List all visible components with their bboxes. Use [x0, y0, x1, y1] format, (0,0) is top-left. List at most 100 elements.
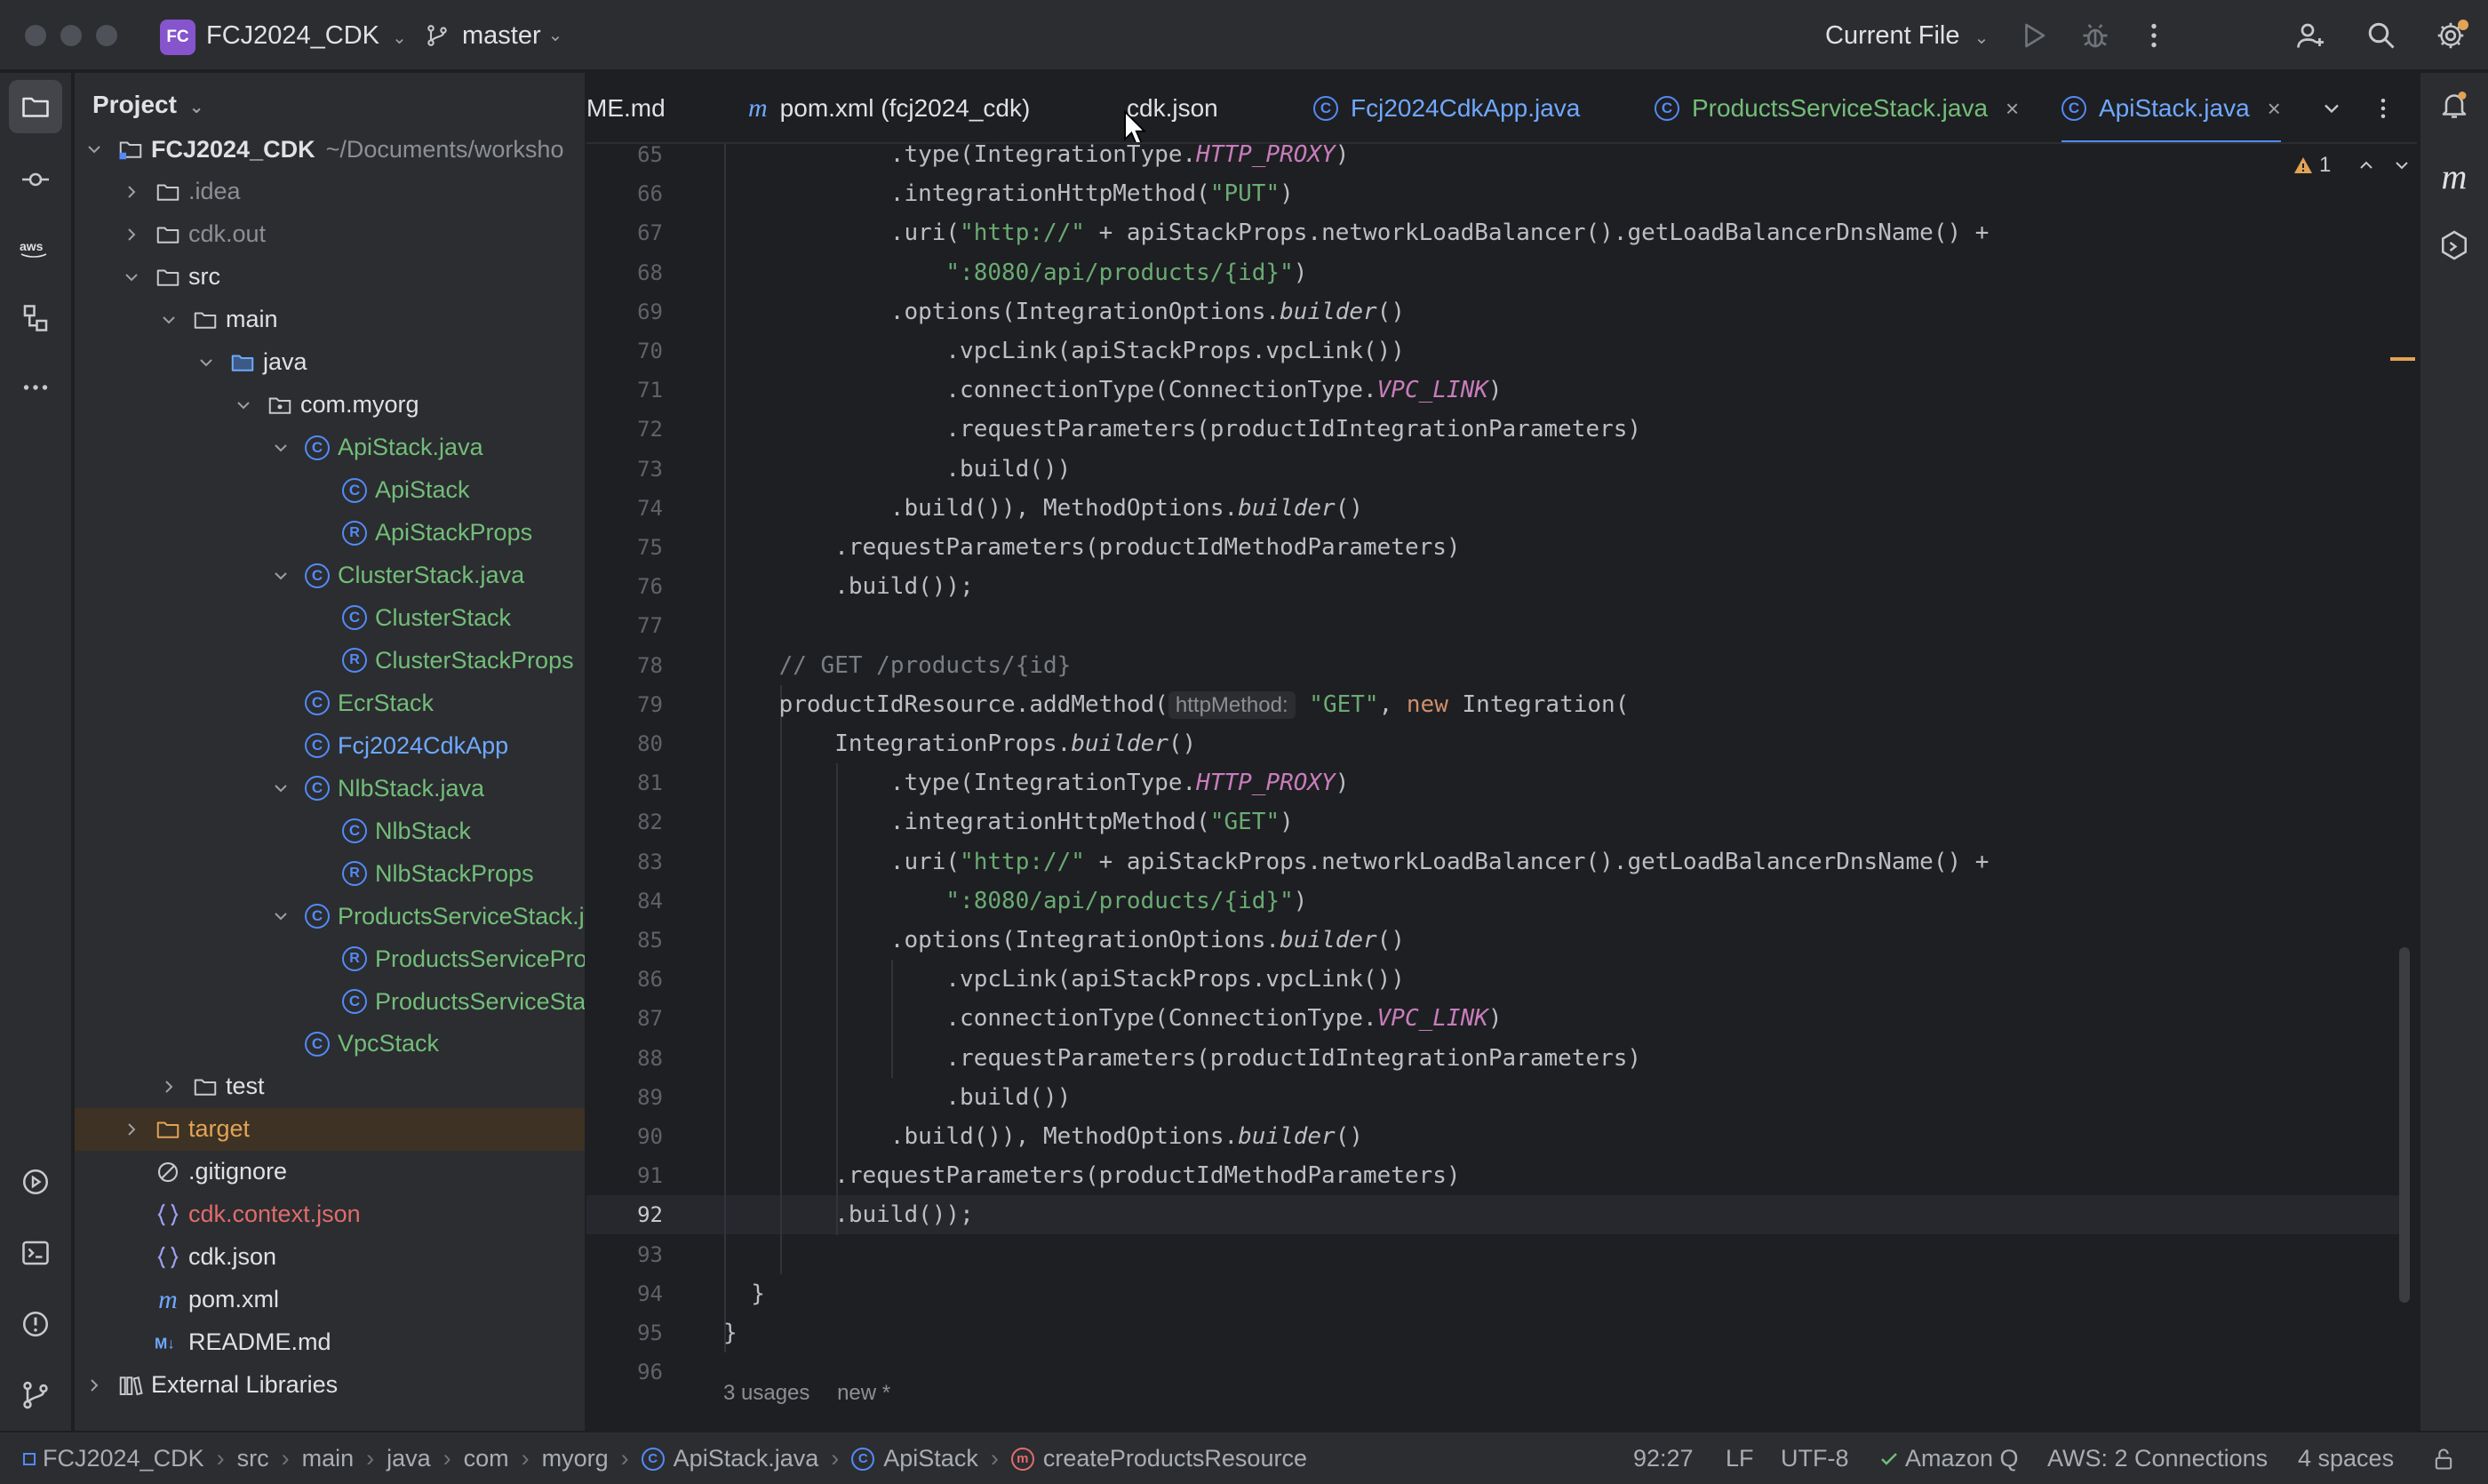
chevron-down-icon[interactable] [270, 906, 291, 927]
run-button[interactable] [2014, 16, 2053, 55]
problems-tool-button[interactable] [9, 1297, 62, 1351]
aws-toolkit-button[interactable]: aws [9, 222, 62, 275]
code-with-me-button[interactable] [2291, 16, 2330, 55]
breadcrumb-item[interactable]: ApiStack [883, 1445, 978, 1472]
code-line[interactable]: .requestParameters(productIdIntegrationP… [945, 410, 1641, 449]
chevron-up-icon[interactable] [2356, 155, 2377, 176]
error-stripe-marker[interactable] [2390, 357, 2415, 361]
code-line[interactable]: .options(IntegrationOptions.builder() [890, 292, 1405, 331]
tab-list-button[interactable] [2312, 89, 2351, 128]
code-line[interactable]: .options(IntegrationOptions.builder() [890, 921, 1405, 960]
chevron-right-icon[interactable] [84, 1375, 105, 1396]
code-line[interactable]: .build()) [945, 450, 1071, 489]
code-line[interactable]: } [751, 1274, 765, 1313]
git-tool-button[interactable] [9, 1368, 62, 1422]
tree-item-productsservicepro[interactable]: R ProductsServicePro [75, 937, 585, 980]
line-number[interactable]: 66 [586, 174, 666, 213]
breadcrumb-item[interactable]: main [302, 1445, 355, 1472]
tree-item-readme-md[interactable]: M↓ README.md [75, 1321, 585, 1364]
line-number[interactable]: 69 [586, 292, 666, 331]
tree-item-clusterstack[interactable]: C ClusterStack [75, 596, 585, 639]
code-line[interactable]: // GET /products/{id} [779, 646, 1072, 685]
notifications-button[interactable] [2428, 78, 2481, 132]
line-number[interactable]: 78 [586, 646, 666, 685]
codelens[interactable]: 3 usages new * [723, 1381, 890, 1406]
breadcrumb-item[interactable]: createProductsResource [1043, 1445, 1307, 1472]
line-number[interactable]: 84 [586, 882, 666, 921]
code-line[interactable]: .uri("http://" + apiStackProps.networkLo… [890, 842, 1990, 882]
breadcrumb-item[interactable]: com [464, 1445, 509, 1472]
line-number[interactable]: 85 [586, 921, 666, 960]
line-number[interactable]: 86 [586, 960, 666, 999]
usages-link[interactable]: 3 usages [723, 1381, 809, 1405]
tree-item-ecrstack[interactable]: C EcrStack [75, 682, 585, 724]
code-line[interactable]: IntegrationProps.builder() [834, 724, 1196, 763]
tree-item-productsservicesta[interactable]: C ProductsServiceSta [75, 980, 585, 1023]
line-number[interactable]: 82 [586, 802, 666, 842]
line-number[interactable]: 93 [586, 1235, 666, 1274]
tree-item-src[interactable]: src [75, 256, 585, 299]
maven-tool-button[interactable]: m [2428, 149, 2481, 203]
window-minimize-button[interactable] [60, 25, 82, 46]
code-line[interactable]: productIdResource.addMethod(httpMethod: … [779, 685, 1629, 724]
tree-item-nlbstack[interactable]: C NlbStack [75, 810, 585, 852]
line-number[interactable]: 91 [586, 1156, 666, 1195]
line-number[interactable]: 77 [586, 606, 666, 645]
code-line[interactable]: .connectionType(ConnectionType.VPC_LINK) [945, 999, 1502, 1038]
amazon-q-status[interactable]: Amazon Q [1878, 1445, 2019, 1472]
tree-item-gitignore[interactable]: .gitignore [75, 1151, 585, 1193]
tree-item-nlbstack-java[interactable]: C NlbStack.java [75, 767, 585, 810]
tree-item-main[interactable]: main [75, 299, 585, 341]
amazon-q-tool-button[interactable] [2428, 219, 2481, 272]
inspection-widget[interactable]: 1 [2293, 153, 2412, 178]
line-number[interactable]: 79 [586, 685, 666, 724]
project-badge[interactable]: FC [160, 20, 195, 55]
code-line[interactable]: .type(IntegrationType.HTTP_PROXY) [890, 144, 1350, 174]
line-number[interactable]: 74 [586, 489, 666, 528]
code-line[interactable]: .vpcLink(apiStackProps.vpcLink()) [945, 331, 1405, 371]
tree-item-cdk-out[interactable]: cdk.out [75, 213, 585, 256]
tree-item-pom-xml[interactable]: m pom.xml [75, 1279, 585, 1321]
tree-item-external-libraries[interactable]: External Libraries [75, 1364, 585, 1407]
line-number[interactable]: 71 [586, 371, 666, 410]
breadcrumb-item[interactable]: myorg [542, 1445, 609, 1472]
line-number[interactable]: 87 [586, 999, 666, 1038]
chevron-down-icon[interactable] [84, 139, 105, 160]
chevron-right-icon[interactable] [158, 1076, 179, 1097]
tree-item-vpcstack[interactable]: C VpcStack [75, 1023, 585, 1065]
code-line[interactable]: .integrationHttpMethod("PUT") [890, 174, 1294, 213]
line-number[interactable]: 96 [586, 1352, 666, 1392]
line-number[interactable]: 94 [586, 1274, 666, 1313]
line-number[interactable]: 95 [586, 1313, 666, 1352]
code-line[interactable]: .build()); [834, 567, 974, 606]
chevron-down-icon[interactable] [270, 778, 291, 799]
window-zoom-button[interactable] [96, 25, 117, 46]
code-line[interactable]: ":8080/api/products/{id}") [945, 882, 1307, 921]
breadcrumb-item[interactable]: ApiStack.java [674, 1445, 819, 1472]
code-line[interactable]: .build()), MethodOptions.builder() [890, 489, 1363, 528]
line-number[interactable]: 72 [586, 410, 666, 449]
breadcrumb-item[interactable]: FCJ2024_CDK [43, 1445, 204, 1472]
file-encoding[interactable]: UTF-8 [1781, 1445, 1849, 1472]
tree-item-com-myorg[interactable]: com.myorg [75, 384, 585, 427]
line-number[interactable]: 73 [586, 450, 666, 489]
line-number[interactable]: 65 [586, 144, 666, 174]
tab-me-md[interactable]: ME.md [586, 73, 666, 142]
run-config-selector[interactable]: Current File ⌄ [1825, 20, 1989, 54]
indent-setting[interactable]: 4 spaces [2298, 1445, 2394, 1472]
project-view-selector[interactable]: Project ⌄ [92, 91, 203, 119]
code-line[interactable]: ":8080/api/products/{id}") [945, 253, 1307, 292]
tree-item-target[interactable]: target [75, 1107, 585, 1151]
breadcrumb-item[interactable]: src [237, 1445, 269, 1472]
tree-item-apistack-java[interactable]: C ApiStack.java [75, 427, 585, 469]
code-line[interactable]: .build()); [834, 1195, 974, 1234]
chevron-right-icon[interactable] [121, 181, 142, 203]
tree-item-nlbstackprops[interactable]: R NlbStackProps [75, 852, 585, 895]
code-line[interactable]: .integrationHttpMethod("GET") [890, 802, 1294, 842]
tree-item-cdk-json[interactable]: cdk.json [75, 1236, 585, 1279]
line-number-gutter[interactable]: 65 66 67 68 69 70 71 72 73 74 75 76 77 78 79 80 81 82 83 84… [586, 144, 666, 1431]
tree-item-productsservicestack-j[interactable]: C ProductsServiceStack.j [75, 895, 585, 937]
close-icon[interactable]: × [2006, 95, 2019, 123]
code-line[interactable]: .requestParameters(productIdMethodParame… [834, 528, 1460, 567]
window-close-button[interactable] [25, 25, 46, 46]
